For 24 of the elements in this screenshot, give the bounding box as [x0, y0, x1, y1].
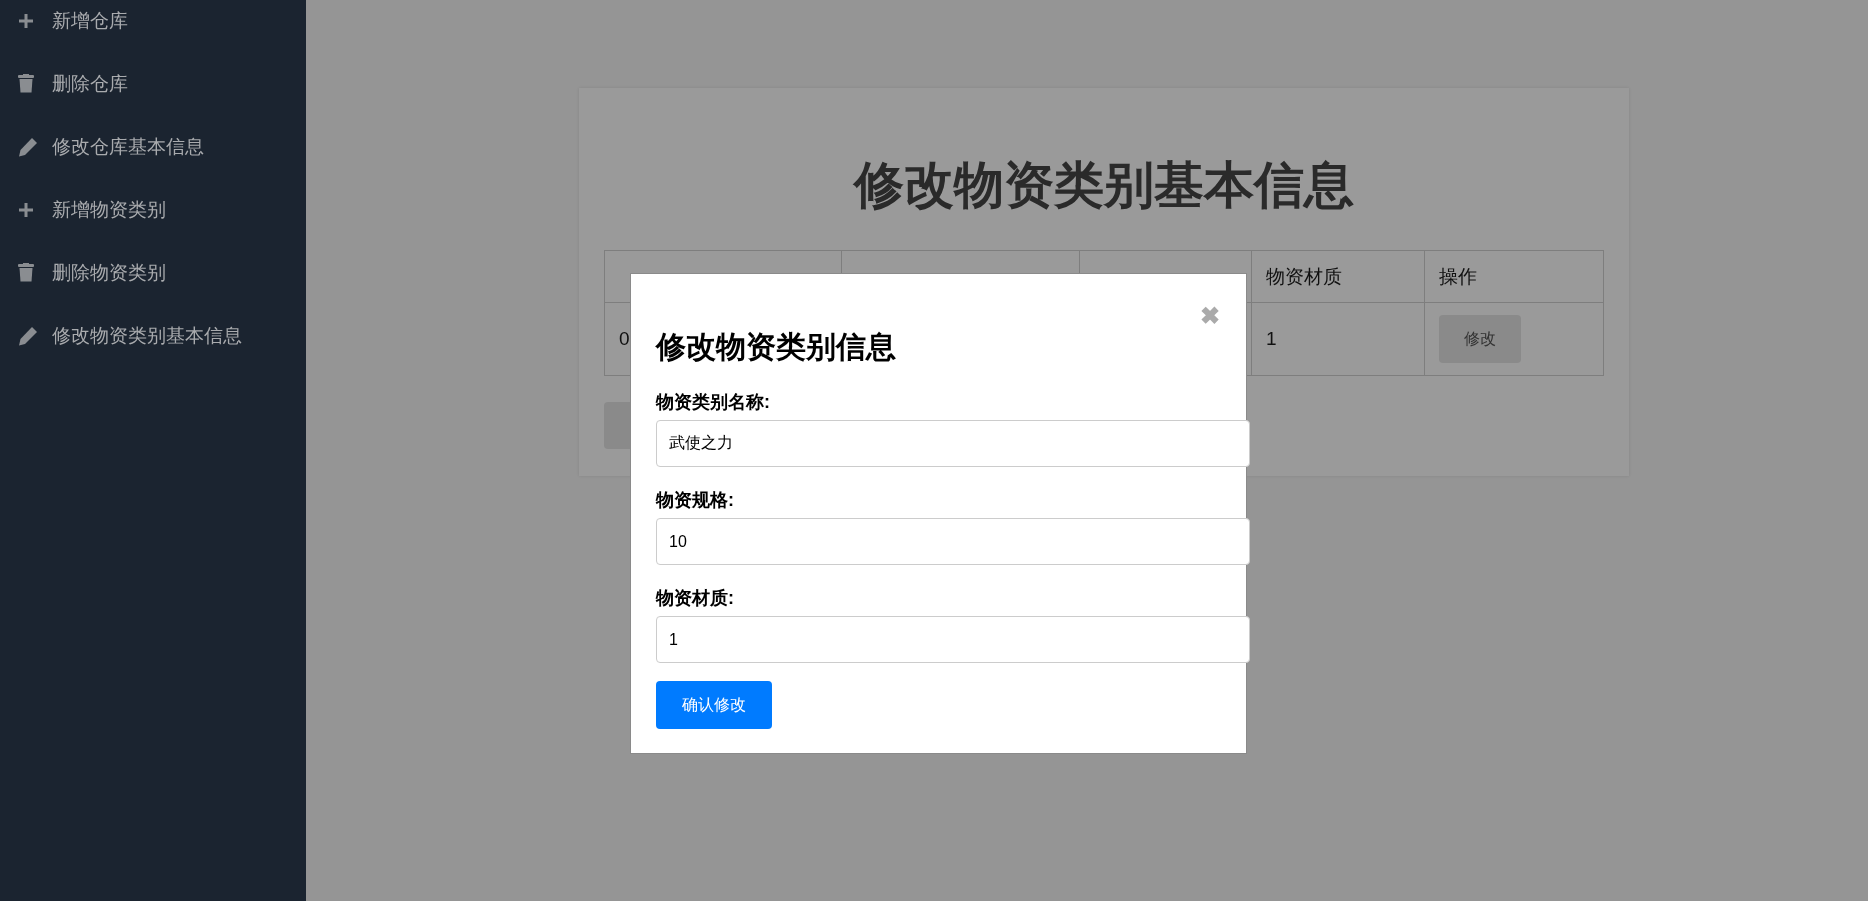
sidebar-item[interactable]: 删除物资类别: [52, 259, 166, 286]
pencil-icon: [18, 136, 38, 157]
table-cell: 1: [1251, 302, 1425, 376]
sidebar-item[interactable]: 修改物资类别基本信息: [52, 322, 242, 349]
sidebar-item[interactable]: 新增仓库: [52, 7, 128, 34]
table-header-cell: 物资材质: [1251, 250, 1425, 303]
edit-button[interactable]: 修改: [1439, 315, 1521, 363]
input-field[interactable]: 10: [656, 518, 1250, 565]
sidebar-item[interactable]: 新增物资类别: [52, 196, 166, 223]
input-field[interactable]: 1: [656, 616, 1250, 663]
pencil-icon: [18, 325, 38, 346]
input-field[interactable]: 武使之力: [656, 420, 1250, 467]
sidebar-item[interactable]: 删除仓库: [52, 70, 128, 97]
page-title: 修改物资类别基本信息: [852, 156, 1355, 215]
table-header-cell: 操作: [1424, 250, 1604, 303]
plus-icon: [18, 201, 34, 218]
field-label: 物资材质:: [656, 587, 734, 609]
trash-icon: [18, 263, 34, 282]
trash-icon: [18, 74, 34, 93]
field-label: 物资类别名称:: [656, 391, 770, 413]
field-label: 物资规格:: [656, 489, 734, 511]
confirm-button[interactable]: 确认修改: [656, 681, 772, 729]
plus-icon: [18, 12, 34, 29]
sidebar-item[interactable]: 修改仓库基本信息: [52, 133, 204, 160]
